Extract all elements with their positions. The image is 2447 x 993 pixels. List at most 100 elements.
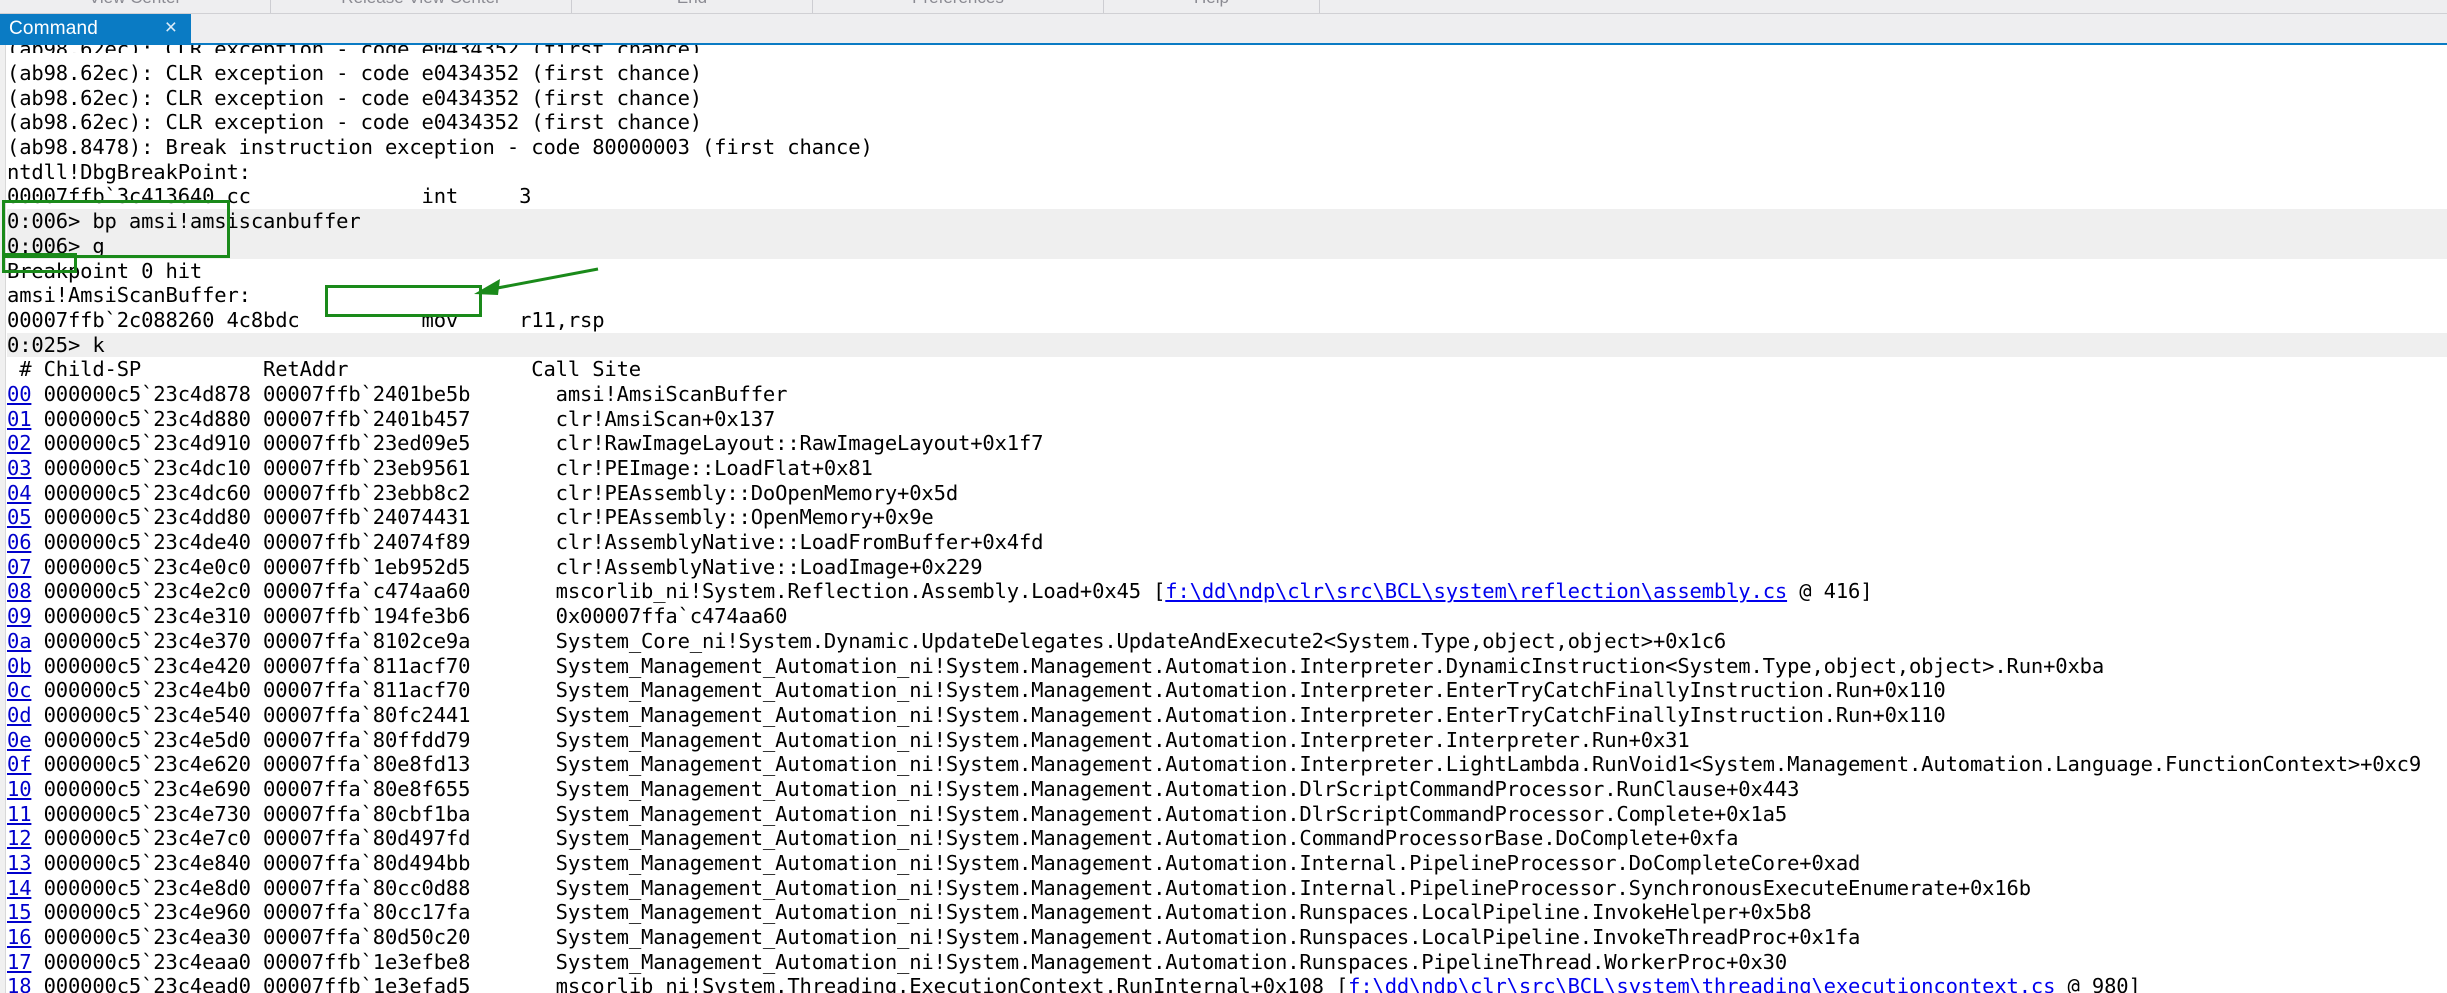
stack-frame-addresses: 000000c5`23c4d878 00007ffb`2401be5b <box>31 381 495 406</box>
stack-frame-row: 0c 000000c5`23c4e4b0 00007ffa`811acf70 S… <box>7 678 2447 703</box>
stack-frame-call-site: System_Management_Automation_ni!System.M… <box>555 949 1788 974</box>
stack-frame-spacer <box>495 777 556 801</box>
console-line: ntdll!DbgBreakPoint: <box>7 159 251 184</box>
stack-frame-spacer <box>495 752 556 776</box>
stack-frame-row: 09 000000c5`23c4e310 00007ffb`194fe3b6 0… <box>7 604 2447 629</box>
ribbon-item-preferences[interactable]: Preferences <box>813 0 1103 13</box>
source-file-link[interactable]: f:\dd\ndp\clr\src\BCL\system\reflection\… <box>1165 579 1787 603</box>
stack-frame-call-site: System_Management_Automation_ni!System.M… <box>555 851 1861 875</box>
stack-frame-index[interactable]: 04 <box>7 481 32 505</box>
stack-frame-index[interactable]: 05 <box>7 505 32 529</box>
stack-frame-addresses: 000000c5`23c4e960 00007ffa`80cc17fa <box>31 900 495 925</box>
stack-frame-spacer <box>495 629 556 653</box>
stack-frame-call-site: System_Management_Automation_ni!System.M… <box>555 826 1739 851</box>
stack-frame-addresses: 000000c5`23c4e730 00007ffa`80cbf1ba <box>31 801 495 826</box>
console-line: (ab98.8478): Break instruction exception… <box>7 135 873 160</box>
stack-frame-addresses: 000000c5`23c4d880 00007ffb`2401b457 <box>31 406 495 431</box>
stack-frame-call-site: System_Management_Automation_ni!System.M… <box>555 925 1861 950</box>
stack-frame-index[interactable]: 10 <box>7 777 32 801</box>
stack-frame-row: 0d 000000c5`23c4e540 00007ffa`80fc2441 S… <box>7 703 2447 728</box>
stack-frame-row: 10 000000c5`23c4e690 00007ffa`80e8f655 S… <box>7 777 2447 802</box>
tab-strip: Command × <box>0 14 2447 44</box>
stack-frame-index[interactable]: 0a <box>7 629 32 653</box>
stack-frame-call-site: clr!AssemblyNative::LoadFromBuffer+0x4fd <box>555 530 1044 555</box>
stack-frame-row: 0e 000000c5`23c4e5d0 00007ffa`80ffdd79 S… <box>7 728 2447 753</box>
stack-frame-index[interactable]: 09 <box>7 604 32 628</box>
stack-frame-spacer <box>495 505 556 529</box>
stack-frame-call-site: amsi!AmsiScanBuffer <box>555 381 788 406</box>
stack-frame-spacer <box>495 974 556 993</box>
close-icon[interactable]: × <box>165 17 191 41</box>
stack-frame-row: 18 000000c5`23c4ead0 00007ffb`1e3efad5 m… <box>7 974 2447 993</box>
stack-frame-spacer <box>495 481 556 505</box>
stack-frame-index[interactable]: 12 <box>7 826 32 850</box>
console-line: 00007ffb`3c413640 cc int 3 <box>7 184 532 209</box>
stack-frame-addresses: 000000c5`23c4dc10 00007ffb`23eb9561 <box>31 456 495 480</box>
stack-frame-row: 12 000000c5`23c4e7c0 00007ffa`80d497fd S… <box>7 826 2447 851</box>
ribbon-item-help[interactable]: Help <box>1104 0 1319 13</box>
stack-frame-index[interactable]: 16 <box>7 925 32 949</box>
stack-frame-index[interactable]: 0e <box>7 728 32 752</box>
stack-frame-row: 01 000000c5`23c4d880 00007ffb`2401b457 c… <box>7 407 2447 432</box>
ribbon-item-view-center[interactable]: View Center <box>0 0 270 13</box>
stack-frame-spacer <box>495 579 556 603</box>
ribbon-item-label: Preferences <box>813 0 1103 6</box>
console-line: 00007ffb`2c088260 4c8bdc mov r11,rsp <box>7 307 605 332</box>
stack-frame-row: 0f 000000c5`23c4e620 00007ffa`80e8fd13 S… <box>7 752 2447 777</box>
stack-frame-row: 02 000000c5`23c4d910 00007ffb`23ed09e5 c… <box>7 431 2447 456</box>
stack-frame-row: 14 000000c5`23c4e8d0 00007ffa`80cc0d88 S… <box>7 876 2447 901</box>
stack-frame-row: 13 000000c5`23c4e840 00007ffa`80d494bb S… <box>7 851 2447 876</box>
stack-frame-index[interactable]: 00 <box>7 382 32 406</box>
stack-frame-index[interactable]: 03 <box>7 456 32 480</box>
tab-command[interactable]: Command × <box>0 14 191 44</box>
stack-frame-index[interactable]: 0b <box>7 654 32 678</box>
stack-frame-row: 0a 000000c5`23c4e370 00007ffa`8102ce9a S… <box>7 629 2447 654</box>
stack-frame-addresses: 000000c5`23c4e840 00007ffa`80d494bb <box>31 851 495 875</box>
stack-frame-addresses: 000000c5`23c4e620 00007ffa`80e8fd13 <box>31 752 495 777</box>
source-file-link[interactable]: f:\dd\ndp\clr\src\BCL\system\threading\e… <box>1348 974 2055 993</box>
ribbon-separator <box>1319 0 1320 13</box>
stack-frame-addresses: 000000c5`23c4e5d0 00007ffa`80ffdd79 <box>31 727 495 752</box>
stack-frame-index[interactable]: 17 <box>7 950 32 974</box>
stack-frame-index[interactable]: 02 <box>7 431 32 455</box>
stack-frame-index[interactable]: 18 <box>7 974 32 993</box>
stack-frame-spacer <box>495 851 556 875</box>
stack-frame-addresses: 000000c5`23c4eaa0 00007ffb`1e3efbe8 <box>31 949 495 974</box>
stack-frame-index[interactable]: 08 <box>7 579 32 603</box>
stack-frame-spacer <box>495 728 556 752</box>
stack-frame-addresses: 000000c5`23c4dd80 00007ffb`24074431 <box>31 505 495 530</box>
ribbon-item-end[interactable]: End <box>572 0 812 13</box>
stack-frame-addresses: 000000c5`23c4e690 00007ffa`80e8f655 <box>31 776 495 801</box>
stack-frame-index[interactable]: 14 <box>7 876 32 900</box>
stack-frame-index[interactable]: 06 <box>7 530 32 554</box>
console-gutter <box>0 45 6 993</box>
stack-frame-row: 0b 000000c5`23c4e420 00007ffa`811acf70 S… <box>7 654 2447 679</box>
stack-frame-spacer <box>495 703 556 727</box>
stack-frame-addresses: 000000c5`23c4e310 00007ffb`194fe3b6 <box>31 604 495 629</box>
stack-frame-index[interactable]: 15 <box>7 900 32 924</box>
stack-frame-spacer <box>495 925 556 949</box>
stack-frame-addresses: 000000c5`23c4e8d0 00007ffa`80cc0d88 <box>31 875 495 900</box>
stack-frame-index[interactable]: 0d <box>7 703 32 727</box>
ribbon-items: View CenterRelease View CenterEndPrefere… <box>0 0 2447 13</box>
stack-frame-spacer <box>495 826 556 850</box>
stack-frame-index[interactable]: 07 <box>7 555 32 579</box>
stack-frame-index[interactable]: 01 <box>7 407 32 431</box>
stack-frame-index[interactable]: 13 <box>7 851 32 875</box>
stack-frame-row: 05 000000c5`23c4dd80 00007ffb`24074431 c… <box>7 505 2447 530</box>
stack-frame-addresses: 000000c5`23c4ea30 00007ffa`80d50c20 <box>31 925 495 950</box>
stack-frame-index[interactable]: 0c <box>7 678 32 702</box>
stack-frame-spacer <box>495 900 556 924</box>
stack-frame-spacer <box>495 431 556 455</box>
ribbon-item-release-view-center[interactable]: Release View Center <box>271 0 571 13</box>
stack-frame-call-site: System_Management_Automation_ni!System.M… <box>555 875 2031 900</box>
stack-frame-row: 16 000000c5`23c4ea30 00007ffa`80d50c20 S… <box>7 925 2447 950</box>
stack-frame-row: 07 000000c5`23c4e0c0 00007ffb`1eb952d5 c… <box>7 555 2447 580</box>
console-lines: (ab98.62ec): CLR exception - code e04343… <box>7 45 2447 993</box>
console-line: (ab98.62ec): CLR exception - code e04343… <box>7 85 702 110</box>
stack-frame-index[interactable]: 11 <box>7 802 32 826</box>
stack-frame-index[interactable]: 0f <box>7 752 32 776</box>
stack-frame-spacer <box>495 407 556 431</box>
stack-frame-call-site: System_Management_Automation_ni!System.M… <box>555 801 1788 826</box>
command-output-pane[interactable]: (ab98.62ec): CLR exception - code e04343… <box>0 45 2447 993</box>
